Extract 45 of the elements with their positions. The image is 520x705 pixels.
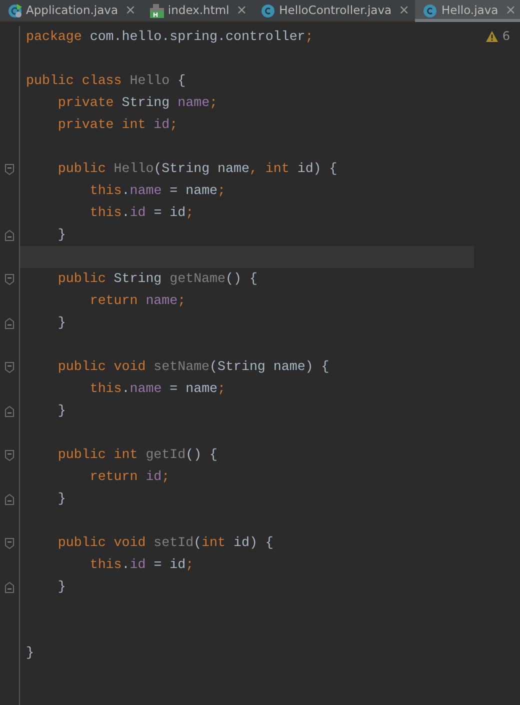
code-line: public void setName(String name) { xyxy=(56,358,330,376)
code-line: } xyxy=(56,314,67,332)
close-icon[interactable]: × xyxy=(505,1,516,21)
code-line: public void setId(int id) { xyxy=(56,534,274,552)
code-line: public String getName() { xyxy=(56,270,258,288)
fold-icon[interactable] xyxy=(5,318,14,328)
fold-icon[interactable] xyxy=(5,164,14,174)
fold-icon[interactable] xyxy=(5,274,14,284)
code-line: return name; xyxy=(88,292,187,310)
code-line: } xyxy=(25,644,35,662)
code-line: private int id; xyxy=(56,116,179,134)
warning-count: 6 xyxy=(502,28,510,45)
fold-icon[interactable] xyxy=(5,450,14,460)
code-line: } xyxy=(56,226,67,244)
code-line: this.id = id; xyxy=(88,556,195,574)
class-icon xyxy=(261,4,276,18)
code-line: } xyxy=(56,402,67,420)
code-line: private String name; xyxy=(56,94,219,112)
html-file-icon xyxy=(150,4,164,18)
editor-tab[interactable]: Hello.java × xyxy=(415,0,520,22)
code-line: } xyxy=(56,578,67,596)
code-line: this.name = name; xyxy=(88,182,227,200)
code-line: this.id = id; xyxy=(88,204,195,222)
code-line: public int getId() { xyxy=(56,446,219,464)
editor-tab[interactable]: Application.java × xyxy=(0,0,142,22)
close-icon[interactable]: × xyxy=(236,1,248,21)
class-icon xyxy=(8,4,22,18)
close-icon[interactable]: × xyxy=(398,1,410,21)
code-line: } xyxy=(56,490,67,508)
fold-icon[interactable] xyxy=(5,494,14,504)
code-line: return id; xyxy=(88,468,171,486)
code-line: public class Hello { xyxy=(25,72,187,90)
fold-icon[interactable] xyxy=(5,582,14,592)
code-line: package com.hello.spring.controller; xyxy=(25,28,314,46)
code-line: this.name = name; xyxy=(88,380,227,398)
fold-icon[interactable] xyxy=(5,538,14,548)
editor-tab[interactable]: HelloController.java × xyxy=(253,0,416,22)
fold-icon[interactable] xyxy=(5,362,14,372)
code-line: public Hello(String name, int id) { xyxy=(56,160,338,178)
editor-tab[interactable]: index.html × xyxy=(142,0,254,22)
fold-icon[interactable] xyxy=(5,406,14,416)
fold-icon[interactable] xyxy=(5,230,14,240)
close-icon[interactable]: × xyxy=(125,1,136,21)
class-icon xyxy=(423,4,438,18)
warning-icon[interactable] xyxy=(486,30,498,42)
